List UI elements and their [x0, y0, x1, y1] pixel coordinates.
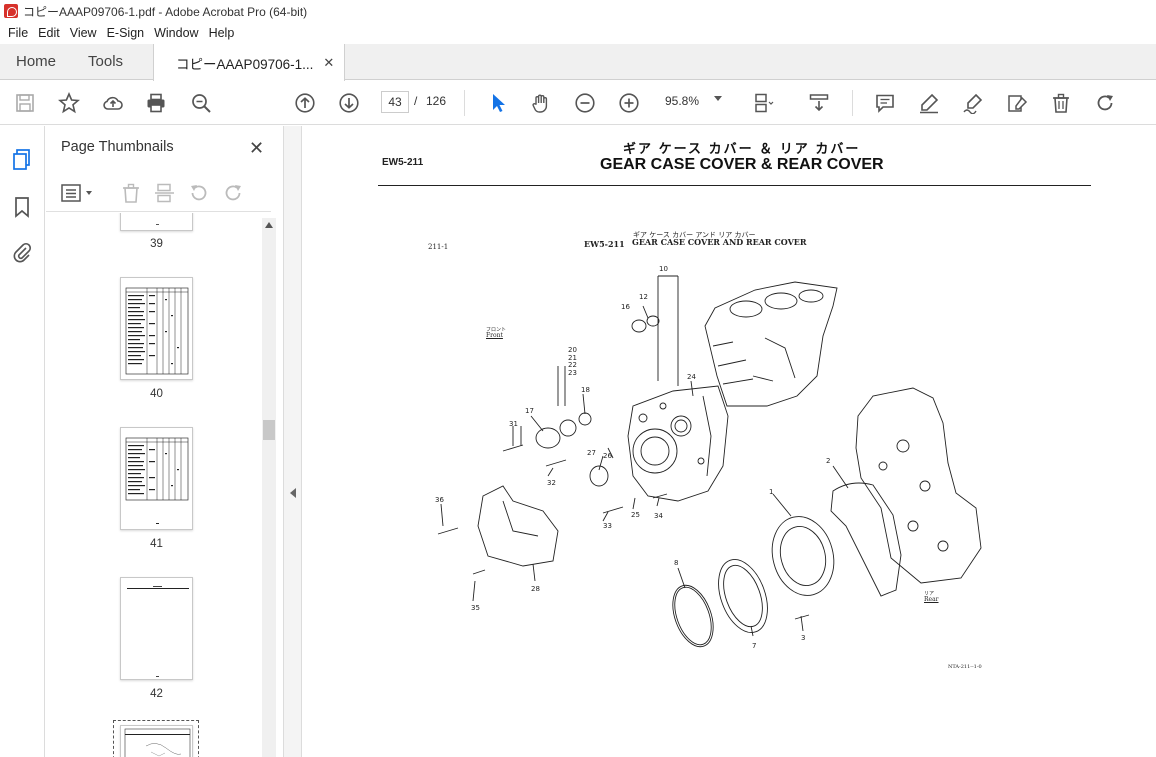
- bookmarks-icon[interactable]: [13, 196, 31, 223]
- callout-number: 2: [826, 457, 830, 465]
- zoom-level-dropdown[interactable]: 95.8%: [665, 94, 699, 108]
- callout-number: 18: [581, 386, 590, 394]
- hand-tool-icon[interactable]: [529, 91, 553, 115]
- thumbnail-page[interactable]: [120, 725, 193, 757]
- callout-number: 31: [509, 420, 518, 428]
- callout-number: 3: [801, 634, 805, 642]
- thumbnail-options-icon[interactable]: [60, 182, 96, 209]
- thumbnail-page[interactable]: [120, 213, 193, 231]
- next-page-icon[interactable]: [337, 91, 361, 115]
- star-icon[interactable]: [57, 91, 81, 115]
- callout-number: 8: [674, 559, 678, 567]
- collapse-panel-arrow-icon[interactable]: [290, 488, 296, 498]
- title-bar: コピーAAAP09706-1.pdf - Adobe Acrobat Pro (…: [0, 0, 1156, 22]
- callout-number: 33: [603, 522, 612, 530]
- highlight-pen-icon[interactable]: [917, 91, 941, 115]
- rotate-redo-icon[interactable]: [1093, 91, 1117, 115]
- zoom-dropdown-caret-icon[interactable]: [714, 96, 722, 101]
- callout-number: 16: [621, 303, 630, 311]
- rotate-counterclockwise-icon: [188, 182, 210, 209]
- thumbnail-label: 41: [150, 538, 163, 550]
- menu-file[interactable]: File: [8, 26, 28, 40]
- callout-number: 7: [752, 642, 756, 650]
- draw-sign-icon[interactable]: [961, 91, 985, 115]
- thumbnail-page[interactable]: [120, 577, 193, 680]
- zoom-out-icon[interactable]: [573, 91, 597, 115]
- page-separator: /: [414, 94, 418, 108]
- scroll-up-arrow-icon[interactable]: [265, 222, 273, 228]
- delete-trash-icon[interactable]: [1049, 91, 1073, 115]
- panel-toolbar: [46, 174, 271, 212]
- callout-number: 34: [654, 512, 663, 520]
- thumbnail-label: 40: [150, 388, 163, 400]
- callout-number: 24: [687, 373, 696, 381]
- callout-number: 25: [631, 511, 640, 519]
- delete-pages-icon: [120, 182, 142, 209]
- thumbnail-page[interactable]: [120, 277, 193, 380]
- page-thumbnails-icon[interactable]: [11, 148, 33, 177]
- callout-number: 36: [435, 496, 444, 504]
- panel-splitter[interactable]: [284, 126, 302, 757]
- document-viewport[interactable]: EW5-211 ギア ケース カバー ＆ リア カバー GEAR CASE CO…: [303, 126, 1156, 757]
- callout-number: 22: [568, 361, 577, 369]
- save-icon[interactable]: [13, 91, 37, 115]
- tab-tools[interactable]: Tools: [72, 44, 139, 79]
- callout-number: 26: [603, 452, 612, 460]
- exploded-parts-diagram: 10 12 16 20 21 22 23 18 17 31 24 27 26 3…: [435, 265, 982, 650]
- tab-home[interactable]: Home: [0, 44, 72, 79]
- select-cursor-icon[interactable]: [486, 91, 510, 115]
- zoom-in-icon[interactable]: [617, 91, 641, 115]
- tab-close-icon[interactable]: ✕: [323, 55, 334, 71]
- toolbar-divider: [852, 90, 853, 116]
- menu-help[interactable]: Help: [209, 26, 235, 40]
- thumbnail-list: 39 40 41 42: [46, 213, 262, 757]
- edit-text-icon[interactable]: [1005, 91, 1029, 115]
- menu-edit[interactable]: Edit: [38, 26, 60, 40]
- callout-number: 28: [531, 585, 540, 593]
- page-number-input[interactable]: 43: [381, 91, 409, 113]
- print-icon[interactable]: [144, 91, 168, 115]
- menu-view[interactable]: View: [70, 26, 97, 40]
- menu-window[interactable]: Window: [154, 26, 198, 40]
- callout-number: 10: [659, 265, 668, 273]
- thumbnail-label: 39: [150, 238, 163, 250]
- tab-document[interactable]: コピーAAAP09706-1... ✕: [153, 44, 346, 81]
- thumbnail-scrollbar-thumb[interactable]: [263, 420, 275, 440]
- thumbnail-scrollbar[interactable]: [262, 218, 276, 757]
- callout-number: 23: [568, 369, 577, 377]
- extract-pages-icon: [154, 182, 176, 209]
- acrobat-app-icon: [4, 4, 18, 18]
- scroll-mode-icon[interactable]: [807, 91, 831, 115]
- thumbnail-page[interactable]: [120, 427, 193, 530]
- callout-number: 32: [547, 479, 556, 487]
- page-total: 126: [426, 94, 447, 108]
- previous-page-icon[interactable]: [293, 91, 317, 115]
- comment-icon[interactable]: [873, 91, 897, 115]
- menu-bar: File Edit View E-Sign Window Help: [0, 22, 1156, 44]
- callout-number: 17: [525, 407, 534, 415]
- upload-cloud-icon[interactable]: [101, 91, 125, 115]
- zoom-search-icon[interactable]: [189, 91, 213, 115]
- page-thumbnails-panel: Page Thumbnails ✕ 39 40 41 42: [46, 126, 284, 757]
- callout-number: 20: [568, 346, 577, 354]
- window-title: コピーAAAP09706-1.pdf - Adobe Acrobat Pro (…: [23, 4, 308, 19]
- callout-number: 27: [587, 449, 596, 457]
- callout-number: 12: [639, 293, 648, 301]
- attachments-icon[interactable]: [12, 240, 32, 269]
- toolbar-divider: [464, 90, 465, 116]
- page-fit-icon[interactable]: [751, 91, 775, 115]
- rotate-clockwise-icon: [222, 182, 244, 209]
- panel-close-icon[interactable]: ✕: [249, 138, 264, 159]
- left-rail: [0, 126, 45, 757]
- thumbnail-label: 42: [150, 688, 163, 700]
- tab-document-label: コピーAAAP09706-1...: [176, 56, 314, 72]
- callout-number: 35: [471, 604, 480, 612]
- panel-title: Page Thumbnails: [61, 139, 174, 155]
- callout-number: 1: [769, 488, 773, 496]
- menu-esign[interactable]: E-Sign: [107, 26, 145, 40]
- tab-bar: Home Tools コピーAAAP09706-1... ✕: [0, 44, 1156, 81]
